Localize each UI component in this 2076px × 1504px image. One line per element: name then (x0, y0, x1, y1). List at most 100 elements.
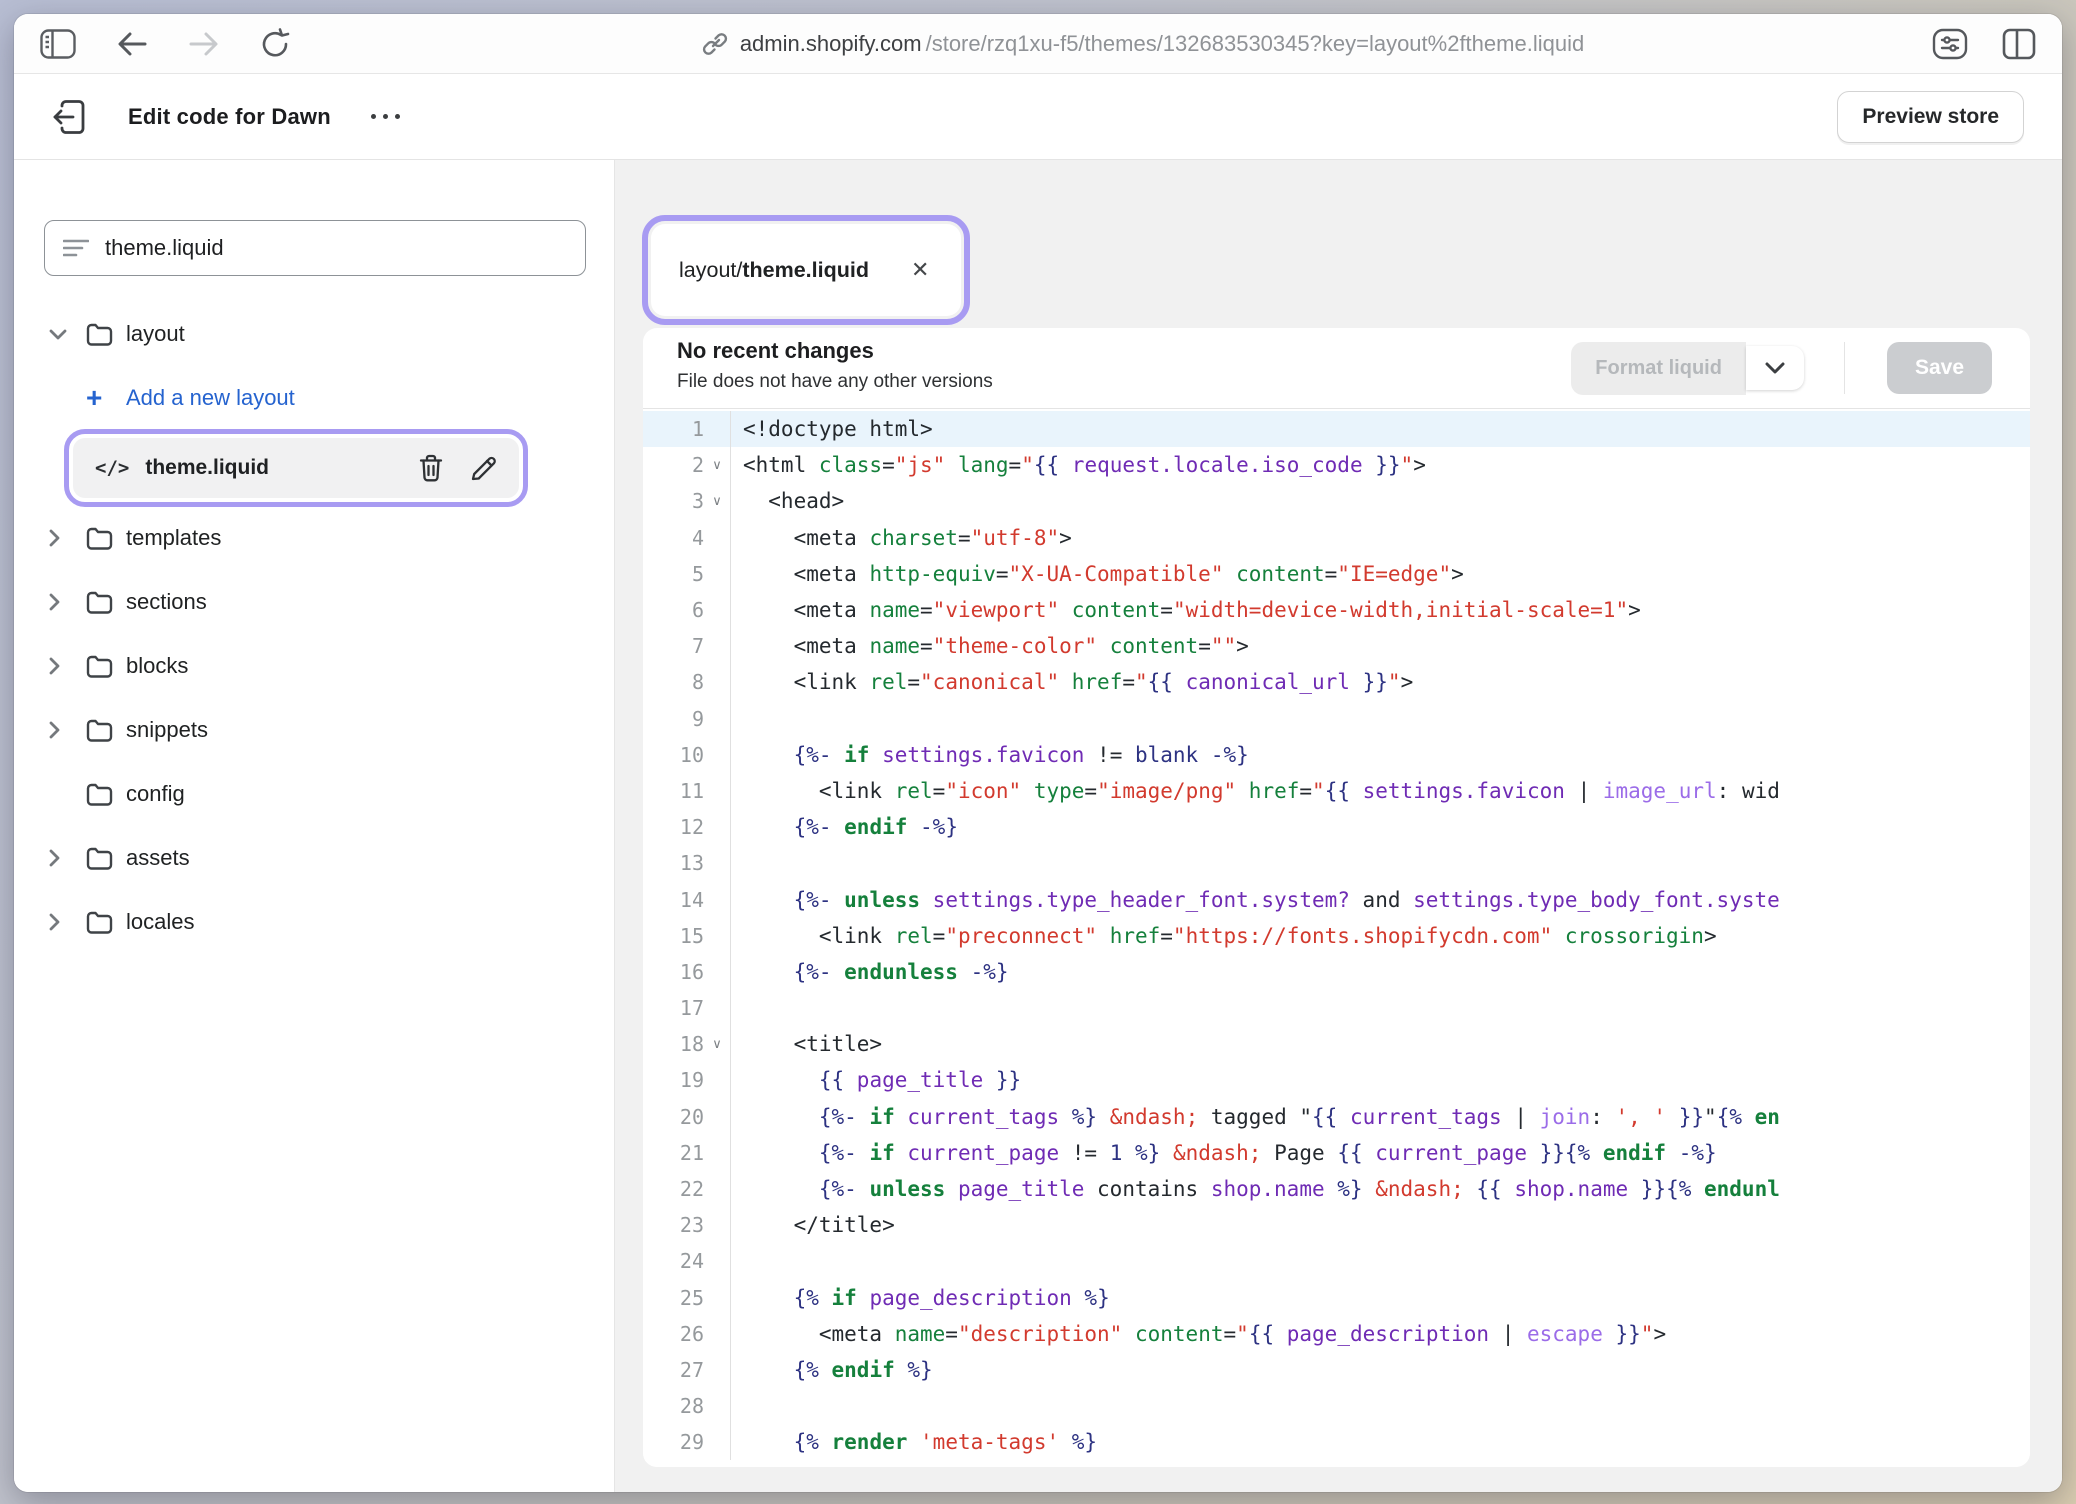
sidebar-item-blocks[interactable]: blocks (30, 634, 600, 698)
code-line[interactable]: 25 {% if page_description %} (643, 1280, 2030, 1316)
line-number: 3 (692, 489, 704, 513)
address-bar[interactable]: admin.shopify.com/store/rzq1xu-f5/themes… (370, 31, 1916, 57)
code-line[interactable]: 8 <link rel="canonical" href="{{ canonic… (643, 664, 2030, 700)
code-line[interactable]: 24 (643, 1243, 2030, 1279)
sidebar-item-templates[interactable]: templates (30, 506, 600, 570)
exit-icon[interactable] (52, 100, 86, 134)
code-line[interactable]: 26 <meta name="description" content="{{ … (643, 1316, 2030, 1352)
code-line[interactable]: 9 (643, 701, 2030, 737)
folder-icon (86, 591, 126, 614)
format-dropdown-button[interactable] (1746, 346, 1804, 390)
tree-label: Add a new layout (126, 385, 295, 411)
code-line[interactable]: 14 {%- unless settings.type_header_font.… (643, 881, 2030, 917)
folder-icon (86, 847, 126, 870)
sidebar-item-assets[interactable]: assets (30, 826, 600, 890)
line-number: 13 (680, 851, 704, 875)
code-line[interactable]: 10 {%- if settings.favicon != blank -%} (643, 737, 2030, 773)
line-number: 23 (680, 1213, 704, 1237)
sidebar-item-theme-liquid[interactable]: </> theme.liquid (73, 438, 519, 498)
code-file-icon: </> (95, 457, 129, 479)
tree-label: snippets (126, 717, 208, 743)
browser-sidebar-toggle-icon[interactable] (40, 29, 76, 59)
code-line[interactable]: 4 <meta charset="utf-8"> (643, 520, 2030, 556)
file-label: theme.liquid (145, 456, 269, 480)
code-line[interactable]: 2∨<html class="js" lang="{{ request.loca… (643, 447, 2030, 483)
chevron-right-icon[interactable] (48, 528, 86, 548)
line-number: 19 (680, 1068, 704, 1092)
code-line[interactable]: 13 (643, 845, 2030, 881)
code-line[interactable]: 11 <link rel="icon" type="image/png" hre… (643, 773, 2030, 809)
code-line[interactable]: 15 <link rel="preconnect" href="https://… (643, 918, 2030, 954)
browser-chrome: admin.shopify.com/store/rzq1xu-f5/themes… (14, 14, 2062, 74)
plus-icon: + (86, 384, 126, 412)
code-line[interactable]: 20 {%- if current_tags %} &ndash; tagged… (643, 1099, 2030, 1135)
chevron-right-icon[interactable] (48, 656, 86, 676)
line-number: 18 (680, 1032, 704, 1056)
code-line[interactable]: 3∨ <head> (643, 483, 2030, 519)
preview-store-button[interactable]: Preview store (1837, 91, 2024, 143)
code-line[interactable]: 12 {%- endif -%} (643, 809, 2030, 845)
tab-theme-liquid[interactable]: layout/theme.liquid ✕ (651, 224, 961, 316)
code-line[interactable]: 18∨ <title> (643, 1026, 2030, 1062)
line-number: 26 (680, 1322, 704, 1346)
line-number: 28 (680, 1394, 704, 1418)
reload-icon[interactable] (260, 28, 290, 60)
file-search-input[interactable]: theme.liquid (44, 220, 586, 276)
code-panel: No recent changes File does not have any… (643, 328, 2030, 1467)
sidebar-item-layout[interactable]: layout (30, 302, 600, 366)
sidebar-item-snippets[interactable]: snippets (30, 698, 600, 762)
close-icon[interactable]: ✕ (907, 255, 933, 285)
code-line[interactable]: 19 {{ page_title }} (643, 1062, 2030, 1098)
split-view-icon[interactable] (2002, 28, 2036, 60)
more-actions-button[interactable] (365, 108, 406, 125)
forward-icon[interactable] (188, 30, 220, 58)
code-line[interactable]: 17 (643, 990, 2030, 1026)
folder-icon (86, 655, 126, 678)
code-line[interactable]: 21 {%- if current_page != 1 %} &ndash; P… (643, 1135, 2030, 1171)
line-number: 17 (680, 996, 704, 1020)
delete-icon[interactable] (418, 454, 444, 482)
sidebar-item-config[interactable]: config (30, 762, 600, 826)
fold-toggle-icon[interactable]: ∨ (704, 1036, 730, 1052)
sidebar-item-locales[interactable]: locales (30, 890, 600, 954)
format-liquid-button[interactable]: Format liquid (1571, 342, 1746, 395)
browser-window: admin.shopify.com/store/rzq1xu-f5/themes… (14, 14, 2062, 1492)
fold-toggle-icon[interactable]: ∨ (704, 457, 730, 473)
line-number: 10 (680, 743, 704, 767)
link-icon (702, 31, 728, 57)
sidebar-item-sections[interactable]: sections (30, 570, 600, 634)
code-line[interactable]: 29 {% render 'meta-tags' %} (643, 1424, 2030, 1460)
add-new-layout-button[interactable]: +Add a new layout (30, 366, 600, 430)
code-line[interactable]: 22 {%- unless page_title contains shop.n… (643, 1171, 2030, 1207)
line-number: 4 (692, 526, 704, 550)
status-subtitle: File does not have any other versions (677, 371, 993, 393)
line-number: 24 (680, 1249, 704, 1273)
code-line[interactable]: 28 (643, 1388, 2030, 1424)
line-number: 8 (692, 670, 704, 694)
line-number: 12 (680, 815, 704, 839)
rename-icon[interactable] (470, 455, 497, 482)
save-button[interactable]: Save (1887, 342, 1992, 394)
code-line[interactable]: 16 {%- endunless -%} (643, 954, 2030, 990)
chevron-right-icon[interactable] (48, 912, 86, 932)
code-line[interactable]: 7 <meta name="theme-color" content=""> (643, 628, 2030, 664)
code-editor[interactable]: 1<!doctype html>2∨<html class="js" lang=… (643, 409, 2030, 1467)
code-line[interactable]: 6 <meta name="viewport" content="width=d… (643, 592, 2030, 628)
fold-toggle-icon[interactable]: ∨ (704, 493, 730, 509)
page-settings-icon[interactable] (1932, 28, 1968, 60)
chevron-down-icon[interactable] (48, 328, 86, 341)
folder-icon (86, 719, 126, 742)
back-icon[interactable] (116, 30, 148, 58)
code-line[interactable]: 1<!doctype html> (643, 411, 2030, 447)
code-line[interactable]: 5 <meta http-equiv="X-UA-Compatible" con… (643, 556, 2030, 592)
code-line[interactable]: 27 {% endif %} (643, 1352, 2030, 1388)
chevron-right-icon[interactable] (48, 848, 86, 868)
chevron-right-icon[interactable] (48, 592, 86, 612)
file-sidebar: theme.liquid layout+Add a new layout</>t… (14, 160, 615, 1492)
file-tree: layout+Add a new layout</>theme.liquidte… (30, 302, 600, 954)
chevron-right-icon[interactable] (48, 720, 86, 740)
line-number: 9 (692, 707, 704, 731)
line-number: 2 (692, 453, 704, 477)
status-title: No recent changes (677, 338, 993, 364)
code-line[interactable]: 23 </title> (643, 1207, 2030, 1243)
